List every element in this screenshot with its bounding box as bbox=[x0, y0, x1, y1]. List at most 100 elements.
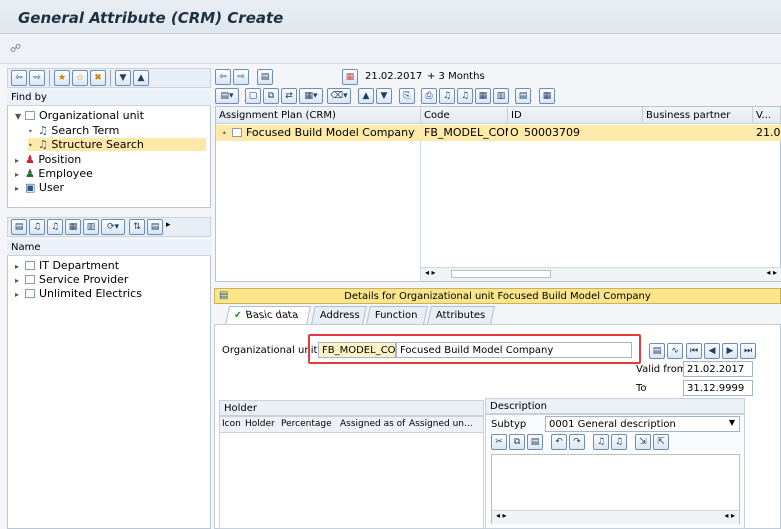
view-icon[interactable]: ▦ bbox=[475, 88, 491, 104]
row-code: FB_MODEL_COM bbox=[424, 126, 508, 139]
favorites-icon[interactable]: ☆ bbox=[72, 70, 88, 86]
column-header[interactable]: Assigned un... bbox=[409, 419, 473, 429]
hierarchy-toggle-icon[interactable]: ☍ bbox=[10, 42, 21, 55]
org-structure-icon[interactable]: ▤ bbox=[649, 343, 665, 359]
settings-icon[interactable]: ▦ bbox=[539, 88, 555, 104]
tab-attributes[interactable]: Attributes bbox=[427, 306, 495, 324]
column-header[interactable]: ID bbox=[508, 107, 643, 124]
tree-item-structure-search[interactable]: • ♫ Structure Search bbox=[28, 138, 206, 151]
more-icon[interactable]: ▸ bbox=[166, 220, 171, 230]
previous-icon[interactable]: ◀ bbox=[704, 343, 720, 359]
collapse-down-icon[interactable]: ▼ bbox=[115, 70, 131, 86]
tree-label: Organizational unit bbox=[39, 109, 144, 122]
forward-icon[interactable]: ⇨ bbox=[29, 70, 45, 86]
details-icon[interactable]: ▦ bbox=[65, 219, 81, 235]
horizontal-scrollbar[interactable]: ◂ ▸ ◂ ▸ bbox=[421, 267, 781, 281]
move-up-icon[interactable]: ▲ bbox=[358, 88, 374, 104]
print-icon[interactable]: ▥ bbox=[83, 219, 99, 235]
sort-icon[interactable]: ⇅ bbox=[129, 219, 145, 235]
tab-function[interactable]: Function bbox=[366, 306, 428, 324]
copy-icon[interactable]: ⧉ bbox=[263, 88, 279, 104]
tree-label: Employee bbox=[38, 167, 93, 180]
export-icon[interactable]: ▥ bbox=[493, 88, 509, 104]
paste-icon[interactable]: ▤ bbox=[527, 434, 543, 450]
column-header[interactable]: Code bbox=[421, 107, 508, 124]
dropdown-arrow-icon: ▼ bbox=[728, 418, 735, 427]
to-label: To bbox=[636, 383, 647, 394]
back-icon[interactable]: ⇦ bbox=[11, 70, 27, 86]
valid-from-field[interactable]: 21.02.2017 bbox=[683, 361, 753, 377]
name-toolbar: ▤ ♫ ♫ ▦ ▥ ⟳▾ ⇅ ▤ ▸ bbox=[7, 217, 211, 237]
column-header[interactable]: V... bbox=[753, 107, 781, 124]
overview-icon[interactable]: ▤ bbox=[257, 69, 273, 85]
graphic-icon[interactable]: ∿ bbox=[667, 343, 683, 359]
find-next-icon[interactable]: ♫ bbox=[611, 434, 627, 450]
table-row[interactable]: • Focused Build Model Company FB_MODEL_CO… bbox=[216, 125, 781, 141]
column-header[interactable]: Icon bbox=[222, 419, 241, 429]
next-icon[interactable]: ▶ bbox=[722, 343, 738, 359]
tree-item-position[interactable]: ▸ ♟ Position bbox=[15, 153, 81, 166]
position-icon: ♟ bbox=[25, 153, 35, 166]
find-icon[interactable]: ♫ bbox=[439, 88, 455, 104]
horizontal-scrollbar[interactable]: ◂ ▸ ◂ ▸ bbox=[492, 510, 739, 524]
delete-favorite-icon[interactable]: ✖ bbox=[90, 70, 106, 86]
tree-item-employee[interactable]: ▸ ♟ Employee bbox=[15, 167, 93, 180]
forward-icon[interactable]: ⇨ bbox=[233, 69, 249, 85]
list-item[interactable]: ▸ Unlimited Electrics bbox=[15, 287, 142, 300]
list-item[interactable]: ▸ Service Provider bbox=[15, 273, 128, 286]
tree-label: Position bbox=[38, 153, 82, 166]
import-icon[interactable]: ⇲ bbox=[635, 434, 651, 450]
list-item[interactable]: ▸ IT Department bbox=[15, 259, 119, 272]
find-next-icon[interactable]: ♫ bbox=[47, 219, 63, 235]
tree-label: User bbox=[38, 181, 64, 194]
tree-item-org-unit[interactable]: ▼ Organizational unit bbox=[15, 109, 144, 122]
first-icon[interactable]: ⏮ bbox=[686, 343, 702, 359]
edit-menu-icon[interactable]: ▦▾ bbox=[299, 88, 323, 104]
column-header[interactable]: Business partner bbox=[643, 107, 753, 124]
find-icon[interactable]: ♫ bbox=[29, 219, 45, 235]
move-down-icon[interactable]: ▼ bbox=[376, 88, 392, 104]
undo-icon[interactable]: ↶ bbox=[551, 434, 567, 450]
column-header[interactable]: Holder bbox=[245, 419, 275, 429]
expand-menu-icon[interactable]: ▤▾ bbox=[215, 88, 239, 104]
assignment-grid: Assignment Plan (CRM) Code ID Business p… bbox=[215, 106, 781, 282]
find-icon[interactable]: ♫ bbox=[593, 434, 609, 450]
holder-columns: Icon Holder Percentage Assigned as of As… bbox=[220, 417, 483, 433]
print-icon[interactable]: ⎙ bbox=[421, 88, 437, 104]
copy-icon[interactable]: ⧉ bbox=[509, 434, 525, 450]
calendar-icon[interactable]: ▦ bbox=[342, 69, 358, 85]
assign-icon[interactable]: ⇄ bbox=[281, 88, 297, 104]
details-bar: ▤ Details for Organizational unit Focuse… bbox=[214, 288, 781, 304]
back-icon[interactable]: ⇦ bbox=[215, 69, 231, 85]
description-text-area[interactable]: ◂ ▸ ◂ ▸ bbox=[491, 454, 740, 524]
column-header[interactable]: Assignment Plan (CRM) bbox=[216, 107, 421, 124]
find-next-icon[interactable]: ♫ bbox=[457, 88, 473, 104]
refresh-menu-icon[interactable]: ⟳▾ bbox=[101, 219, 125, 235]
list-item-label: Unlimited Electrics bbox=[39, 287, 142, 300]
tab-address[interactable]: Address bbox=[311, 306, 367, 324]
export-icon[interactable]: ⇱ bbox=[653, 434, 669, 450]
cut-icon[interactable]: ✂ bbox=[491, 434, 507, 450]
column-header[interactable]: Percentage bbox=[281, 419, 332, 429]
add-favorite-icon[interactable]: ★ bbox=[54, 70, 70, 86]
binoculars-icon: ♫ bbox=[38, 138, 48, 151]
collapse-up-icon[interactable]: ▲ bbox=[133, 70, 149, 86]
columns-icon[interactable]: ▤ bbox=[515, 88, 531, 104]
select-all-icon[interactable]: ▤ bbox=[11, 219, 27, 235]
delete-menu-icon[interactable]: ⌫▾ bbox=[327, 88, 351, 104]
details-icon[interactable]: ▤ bbox=[219, 290, 228, 301]
last-icon[interactable]: ⏭ bbox=[740, 343, 756, 359]
layout-icon[interactable]: ▤ bbox=[147, 219, 163, 235]
details-icon[interactable]: ⎘ bbox=[399, 88, 415, 104]
find-by-header: Find by bbox=[7, 90, 211, 106]
new-icon[interactable]: ▢ bbox=[245, 88, 261, 104]
tab-basic-data[interactable]: ✔ Basic data bbox=[224, 306, 312, 325]
name-header-label: Name bbox=[11, 242, 41, 253]
column-header[interactable]: Assigned as of bbox=[340, 419, 405, 429]
valid-to-field[interactable]: 31.12.9999 bbox=[683, 380, 753, 396]
subtyp-select[interactable]: 0001 General description ▼ bbox=[545, 416, 740, 432]
tree-item-search-term[interactable]: • ♫ Search Term bbox=[28, 124, 119, 137]
name-header: Name bbox=[7, 240, 211, 256]
tree-item-user[interactable]: ▸ ▣ User bbox=[15, 181, 64, 194]
redo-icon[interactable]: ↷ bbox=[569, 434, 585, 450]
